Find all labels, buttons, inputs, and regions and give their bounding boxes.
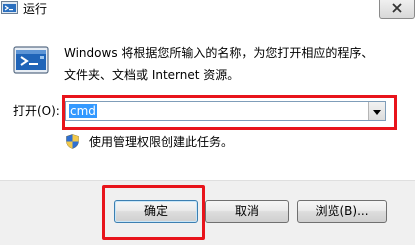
cancel-button[interactable]: 取消	[205, 200, 289, 223]
window-title: 运行	[23, 2, 48, 16]
open-input[interactable]: cmd	[69, 104, 97, 118]
close-icon	[392, 2, 402, 16]
chevron-down-icon	[373, 104, 381, 118]
ok-button[interactable]: 确定	[114, 200, 198, 223]
open-combobox[interactable]: cmd	[65, 101, 386, 121]
title-bar[interactable]: 运行	[0, 0, 415, 20]
close-button[interactable]	[379, 0, 415, 19]
admin-note: 使用管理权限创建此任务。	[89, 135, 234, 149]
description-line-1: Windows 将根据您所输入的名称，为您打开相应的程序、	[64, 46, 374, 60]
description-line-2: 文件夹、文档或 Internet 资源。	[64, 68, 240, 82]
uac-shield-icon	[66, 134, 79, 149]
browse-button[interactable]: 浏览(B)...	[297, 200, 387, 223]
description: Windows 将根据您所输入的名称，为您打开相应的程序、 文件夹、文档或 In…	[64, 42, 404, 86]
run-icon	[1, 1, 18, 15]
open-label: 打开(O):	[13, 104, 60, 118]
dropdown-button[interactable]	[368, 102, 385, 120]
run-dialog: 运行 Windows 将根据您所输入的名称，为您打开相应的程序、 文件夹、文档或…	[0, 0, 415, 245]
run-dialog-icon	[13, 44, 50, 77]
